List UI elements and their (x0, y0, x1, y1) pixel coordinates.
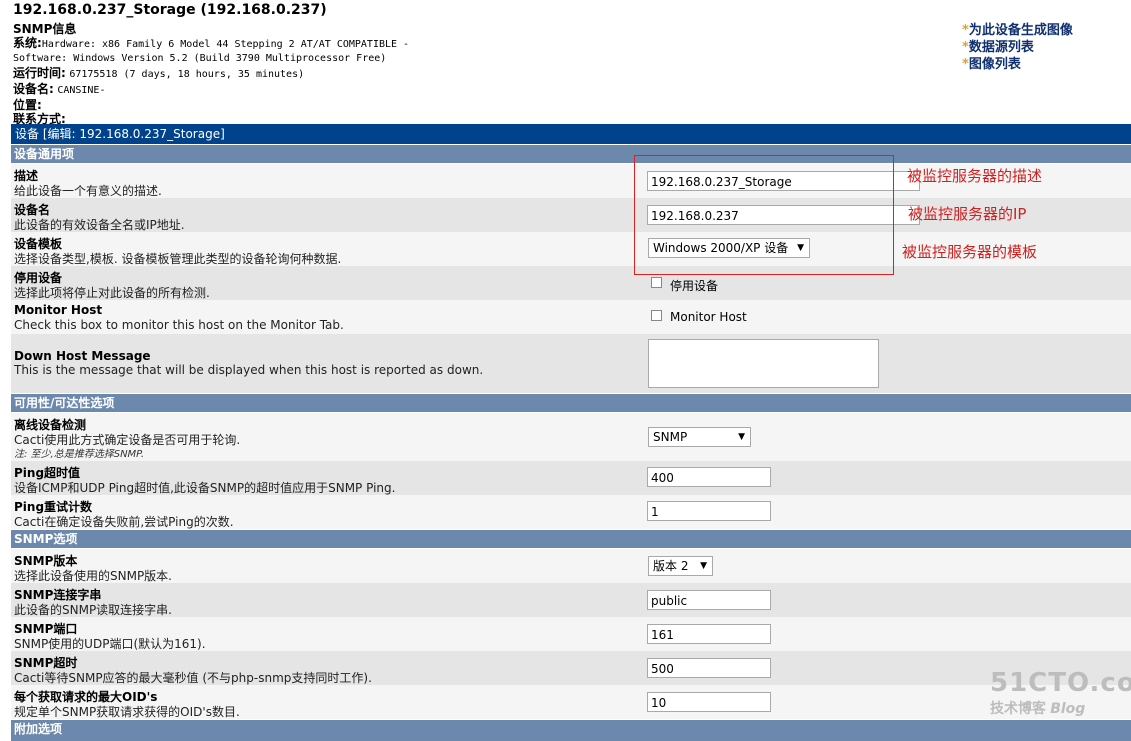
row-monitor: Monitor Host Check this box to monitor t… (11, 300, 1131, 334)
snmp-timeout-input[interactable]: 500 (647, 658, 771, 678)
link-data-source-list[interactable]: 数据源列表 (969, 40, 1034, 55)
snmp-version-select-value: 版本 2 (653, 559, 689, 573)
annotation-highlight-box (634, 155, 894, 275)
max-oids-input[interactable]: 10 (647, 692, 771, 712)
watermark-logo: 51CTO.com (990, 668, 1131, 698)
dropdown-arrow-icon: ▼ (700, 561, 707, 571)
field-desc: SNMP使用的UDP端口(默认为161). (14, 637, 206, 651)
downdetect-select[interactable]: SNMP ▼ (648, 427, 751, 447)
field-desc: 选择此项将停止对此设备的所有检测. (14, 286, 210, 300)
star-icon: * (962, 40, 969, 55)
monitor-host-checkbox[interactable] (651, 310, 662, 321)
uptime-label: 运行时间: (13, 66, 66, 80)
uptime-value: 67175518 (7 days, 18 hours, 35 minutes) (69, 69, 305, 80)
row-disable: 停用设备 选择此项将停止对此设备的所有检测. (11, 266, 1131, 300)
star-icon: * (962, 23, 969, 38)
field-desc: 设备ICMP和UDP Ping超时值,此设备SNMP的超时值应用于SNMP Pi… (14, 481, 396, 495)
row-snmp-version: SNMP版本 选择此设备使用的SNMP版本. (11, 549, 1131, 583)
system-value-2: Software: Windows Version 5.2 (Build 379… (13, 53, 387, 64)
field-desc: 此设备的SNMP读取连接字串. (14, 603, 172, 617)
star-icon: * (962, 57, 969, 72)
field-desc: Cacti在确定设备失败前,尝试Ping的次数. (14, 515, 234, 529)
community-input[interactable]: public (647, 590, 771, 610)
annotation-ip: 被监控服务器的IP (908, 205, 1027, 223)
field-desc: 此设备的有效设备全名或IP地址. (14, 218, 185, 232)
row-ping-timeout: Ping超时值 设备ICMP和UDP Ping超时值,此设备SNMP的超时值应用… (11, 461, 1131, 495)
section-snmp: SNMP选项 (11, 530, 1131, 548)
snmp-info: SNMP信息 系统:Hardware: x86 Family 6 Model 4… (13, 22, 409, 126)
field-desc: This is the message that will be display… (14, 363, 484, 377)
watermark-blog-cn: 技术博客 (990, 701, 1046, 717)
field-desc: 规定单个SNMP获取请求获得的OID's数目. (14, 705, 240, 719)
watermark-blog: Blog (1050, 701, 1086, 717)
row-ping-retries: Ping重试计数 Cacti在确定设备失败前,尝试Ping的次数. (11, 495, 1131, 529)
field-desc: Check this box to monitor this host on t… (14, 318, 344, 332)
page-title: 192.168.0.237_Storage (192.168.0.237) (13, 2, 327, 18)
row-max-oids: 每个获取请求的最大OID's 规定单个SNMP获取请求获得的OID's数目. (11, 685, 1131, 719)
quick-links: *为此设备生成图像 *数据源列表 *图像列表 (962, 22, 1073, 73)
field-title: Down Host Message (14, 349, 151, 363)
field-desc: 给此设备一个有意义的描述. (14, 184, 162, 198)
dropdown-arrow-icon: ▼ (738, 432, 745, 442)
field-title: Monitor Host (14, 303, 103, 317)
annotation-template: 被监控服务器的模板 (902, 243, 1038, 261)
section-general: 设备通用项 (11, 145, 1131, 163)
annotation-description: 被监控服务器的描述 (907, 167, 1043, 185)
system-label: 系统: (13, 36, 42, 50)
section-availability: 可用性/可达性选项 (11, 394, 1131, 412)
row-snmp-timeout: SNMP超时 Cacti等待SNMP应答的最大毫秒值 (不与php-snmp支持… (11, 651, 1131, 685)
snmp-port-input[interactable]: 161 (647, 624, 771, 644)
device-edit-titlebar: 设备 [编辑: 192.168.0.237_Storage] (11, 124, 1131, 144)
down-message-textarea[interactable] (648, 339, 879, 388)
link-graph-list[interactable]: 图像列表 (969, 57, 1021, 72)
section-extra: 附加选项 (11, 720, 1131, 741)
field-desc: 选择设备类型,模板. 设备模板管理此类型的设备轮询何种数据. (14, 252, 342, 266)
location-label: 位置: (13, 98, 42, 112)
downdetect-select-value: SNMP (653, 430, 688, 444)
row-down-message: Down Host Message This is the message th… (11, 334, 1131, 393)
ping-timeout-input[interactable]: 400 (647, 467, 771, 487)
field-note: 注: 至少,总是推荐选择SNMP. (14, 449, 145, 460)
field-desc: 选择此设备使用的SNMP版本. (14, 569, 172, 583)
hostname-label: 设备名: (13, 82, 54, 96)
ping-retries-input[interactable]: 1 (647, 501, 771, 521)
row-snmp-port: SNMP端口 SNMP使用的UDP端口(默认为161). (11, 617, 1131, 651)
system-value-1: Hardware: x86 Family 6 Model 44 Stepping… (41, 39, 410, 50)
field-desc: Cacti等待SNMP应答的最大毫秒值 (不与php-snmp支持同时工作). (14, 671, 372, 685)
watermark: 51CTO.com 技术博客 Blog (990, 668, 1131, 718)
link-create-graphs[interactable]: 为此设备生成图像 (969, 23, 1073, 38)
snmp-version-select[interactable]: 版本 2 ▼ (648, 556, 713, 576)
row-downdetect: 离线设备检测 Cacti使用此方式确定设备是否可用于轮询. 注: 至少,总是推荐… (11, 413, 1131, 461)
snmp-heading: SNMP信息 (13, 22, 77, 36)
monitor-host-label: Monitor Host (670, 310, 747, 324)
disable-device-checkbox[interactable] (651, 277, 662, 288)
hostname-value: CANSINE- (57, 85, 106, 96)
row-community: SNMP连接字串 此设备的SNMP读取连接字串. (11, 583, 1131, 617)
disable-device-label: 停用设备 (670, 279, 719, 293)
